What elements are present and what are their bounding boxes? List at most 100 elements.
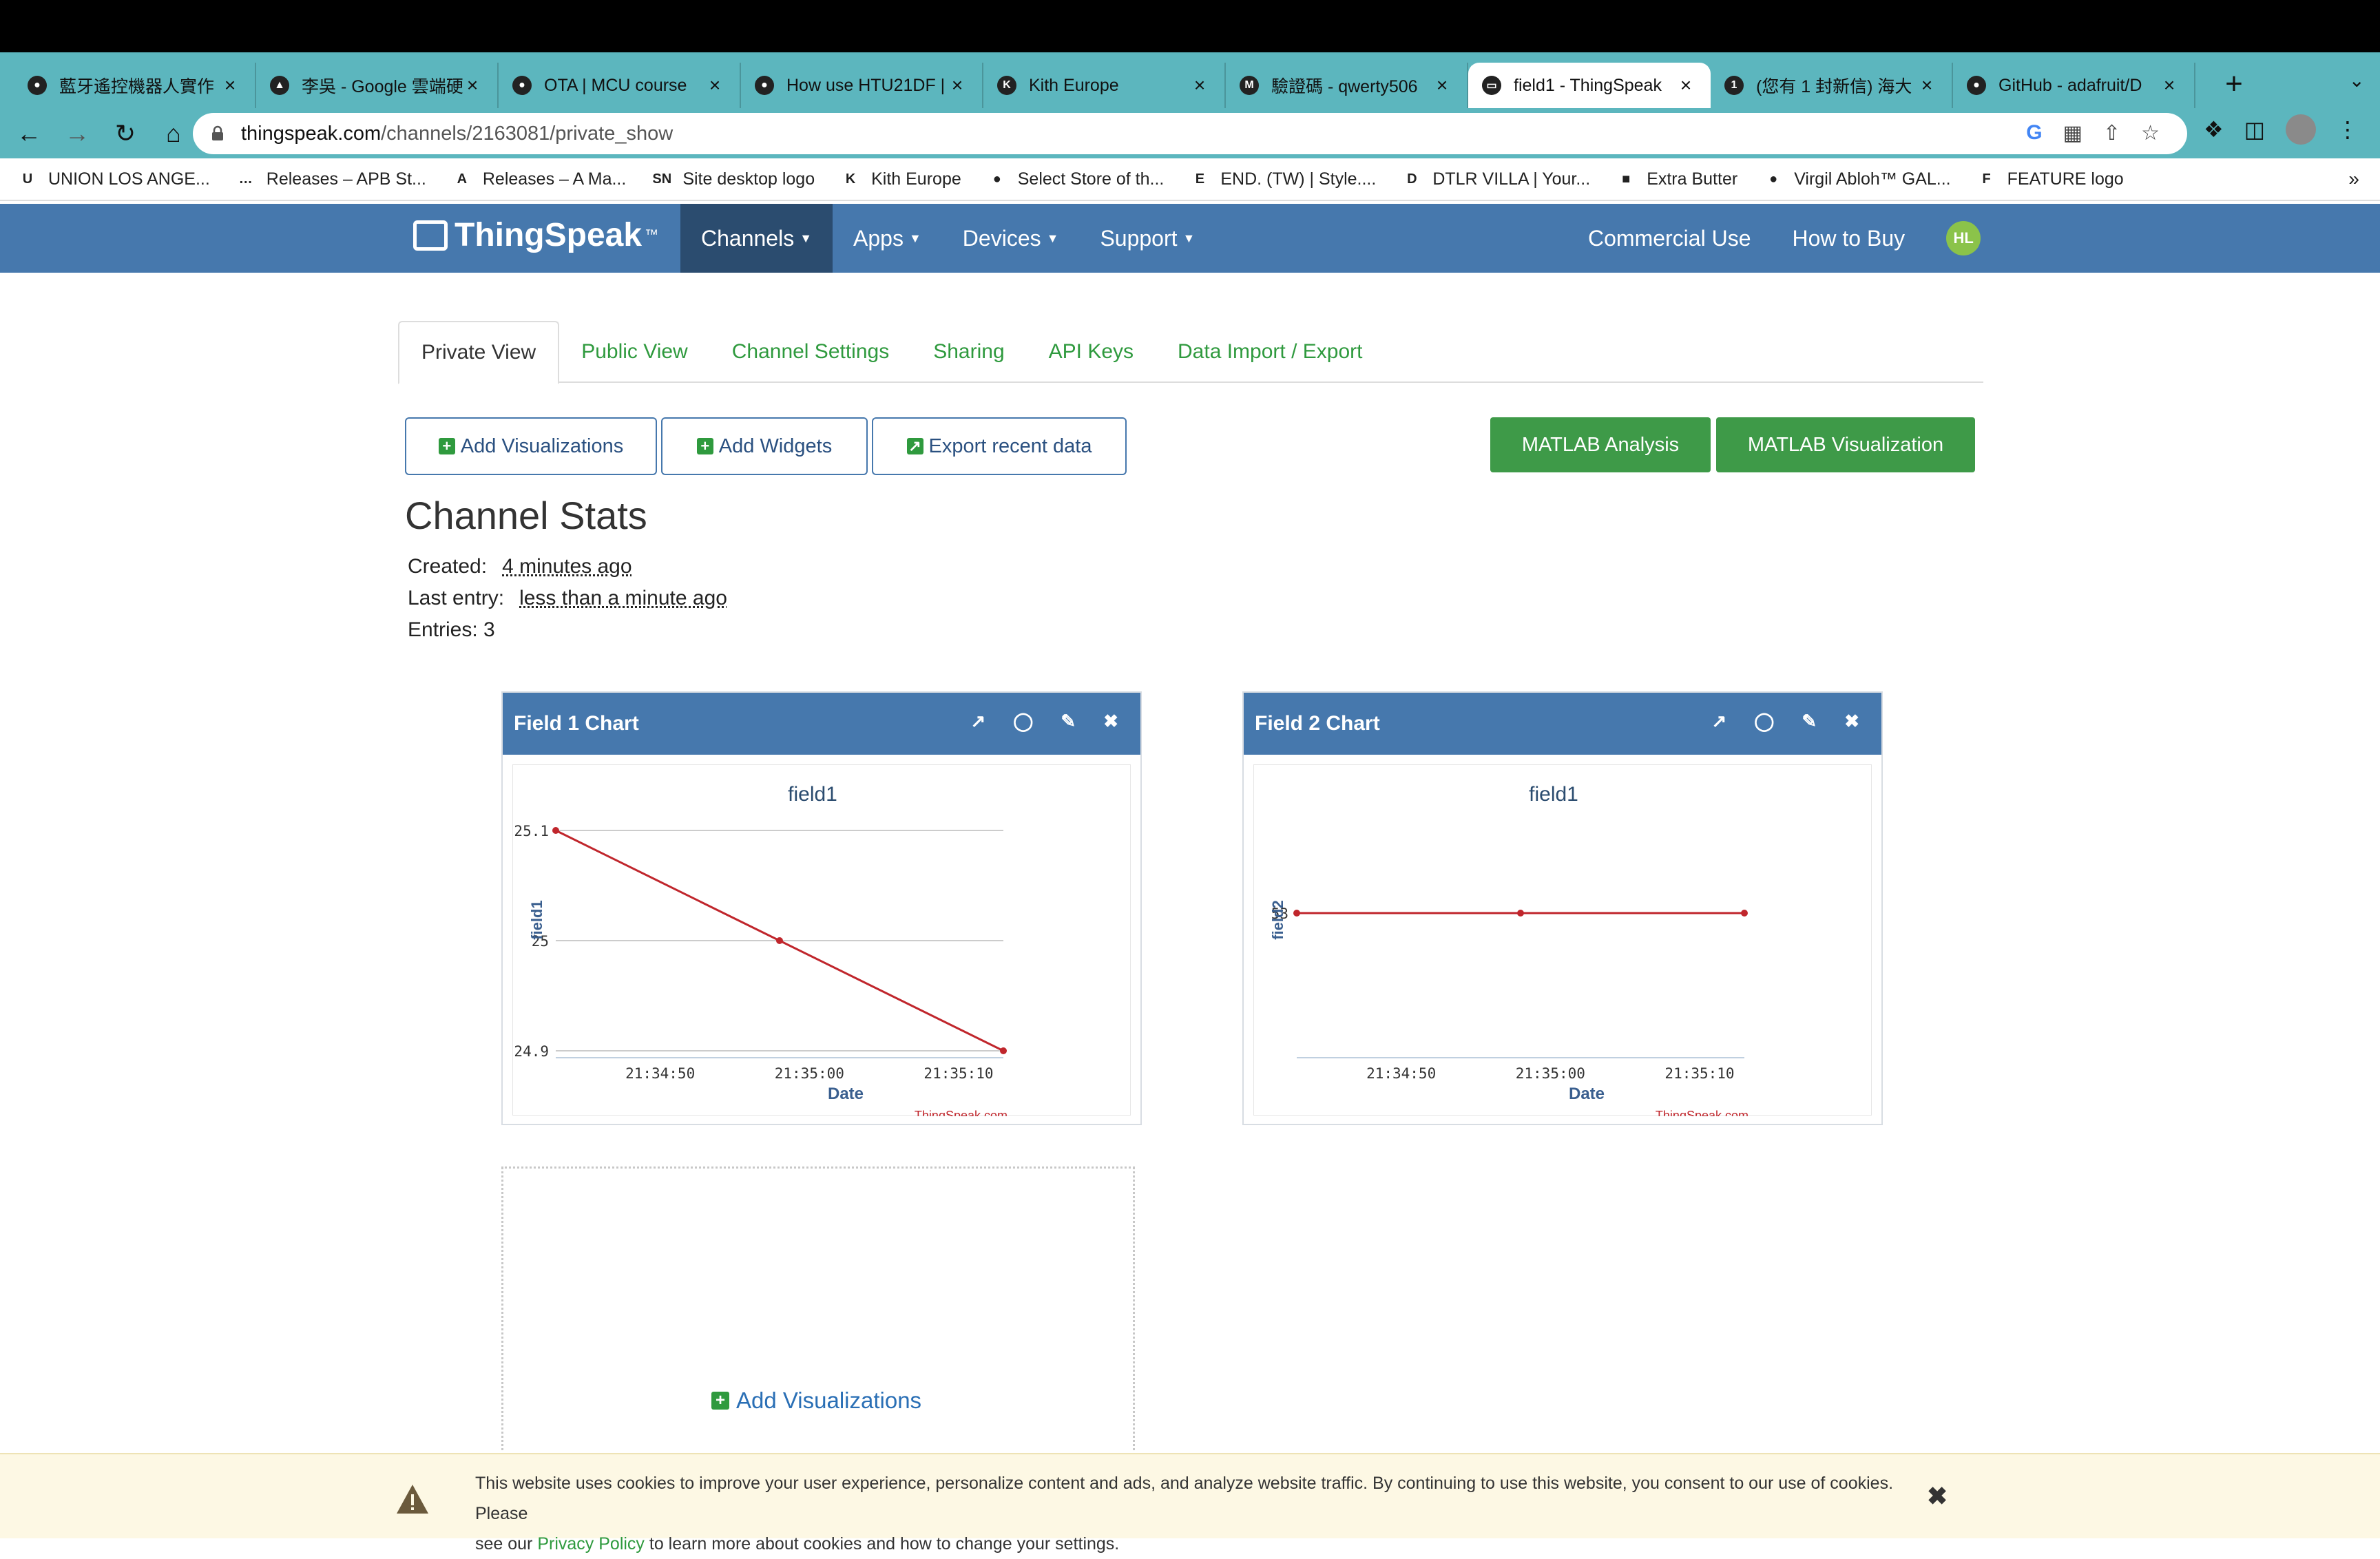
extensions-icon[interactable]: ❖ bbox=[2204, 116, 2224, 143]
bookmark-item[interactable]: … Releases – APB St... bbox=[235, 168, 426, 190]
add-visualizations-link[interactable]: + Add Visualizations bbox=[711, 1388, 921, 1414]
cookie-close-icon[interactable]: ✖ bbox=[1927, 1482, 1948, 1511]
bookmark-item[interactable]: D DTLR VILLA | Your... bbox=[1401, 168, 1590, 190]
matlab-analysis-button[interactable]: MATLAB Analysis bbox=[1490, 417, 1711, 472]
browser-tab[interactable]: K Kith Europe × bbox=[983, 63, 1226, 108]
tab-api-keys[interactable]: API Keys bbox=[1027, 321, 1156, 383]
add-widgets-button[interactable]: + Add Widgets bbox=[661, 417, 868, 475]
tab-close-icon[interactable]: × bbox=[1917, 74, 1937, 96]
bookmark-favicon-icon: SN bbox=[652, 171, 672, 187]
export-recent-data-button[interactable]: ↗ Export recent data bbox=[872, 417, 1127, 475]
tab-close-icon[interactable]: × bbox=[1676, 74, 1695, 96]
privacy-policy-link[interactable]: Privacy Policy bbox=[537, 1534, 645, 1553]
browser-tab[interactable]: ● GitHub - adafruit/D × bbox=[1953, 63, 2195, 108]
browser-tab[interactable]: ● 藍牙遙控機器人實作 | × bbox=[14, 63, 256, 108]
google-drive-icon: ▲ bbox=[270, 76, 289, 95]
user-avatar[interactable]: HL bbox=[1946, 221, 1981, 255]
cookie-message: This website uses cookies to improve you… bbox=[475, 1468, 1921, 1559]
home-icon[interactable]: ⌂ bbox=[154, 114, 193, 153]
close-icon[interactable]: ✖ bbox=[1103, 711, 1118, 732]
bookmark-item[interactable]: A Releases – A Ma... bbox=[451, 168, 627, 190]
add-visualization-placeholder: + Add Visualizations bbox=[501, 1166, 1135, 1456]
translate-icon[interactable]: ▦ bbox=[2063, 121, 2082, 145]
add-visualizations-button[interactable]: + Add Visualizations bbox=[405, 417, 657, 475]
nav-channels[interactable]: Channels ▼ bbox=[680, 204, 833, 273]
nav-support[interactable]: Support ▼ bbox=[1079, 204, 1215, 273]
edit-icon[interactable]: ✎ bbox=[1802, 711, 1817, 732]
google-icon[interactable]: G bbox=[2026, 121, 2042, 145]
bookmark-item[interactable]: U UNION LOS ANGE... bbox=[17, 168, 210, 190]
star-icon[interactable]: ☆ bbox=[2141, 121, 2160, 145]
tab-sharing[interactable]: Sharing bbox=[911, 321, 1026, 383]
comment-icon[interactable]: ◯ bbox=[1013, 711, 1033, 732]
tab-close-icon[interactable]: × bbox=[463, 74, 482, 96]
tab-public-view[interactable]: Public View bbox=[559, 321, 710, 383]
bookmark-item[interactable]: ● Select Store of th... bbox=[986, 168, 1165, 190]
tab-channel-settings[interactable]: Channel Settings bbox=[710, 321, 912, 383]
globe-icon: ● bbox=[512, 76, 532, 95]
open-external-icon[interactable]: ↗ bbox=[971, 711, 986, 732]
comment-icon[interactable]: ◯ bbox=[1754, 711, 1774, 732]
bookmark-favicon-icon: K bbox=[845, 171, 856, 187]
tab-data-import-export[interactable]: Data Import / Export bbox=[1156, 321, 1384, 383]
browser-tab[interactable]: ● OTA | MCU course × bbox=[499, 63, 741, 108]
window-top-bar bbox=[0, 0, 2380, 52]
tab-close-icon[interactable]: × bbox=[220, 74, 240, 96]
lock-icon bbox=[212, 125, 223, 140]
browser-tab[interactable]: M 驗證碼 - qwerty506 × bbox=[1226, 63, 1468, 108]
browser-tab[interactable]: ▭ field1 - ThingSpeak × bbox=[1468, 63, 1711, 108]
thingspeak-icon: ▭ bbox=[1482, 76, 1501, 95]
profile-avatar[interactable] bbox=[2285, 114, 2316, 145]
tab-close-icon[interactable]: × bbox=[1432, 74, 1452, 96]
bookmark-item[interactable]: SN Site desktop logo bbox=[651, 168, 815, 190]
address-bar[interactable]: thingspeak.com/channels/2163081/private_… bbox=[193, 113, 2187, 154]
bookmark-item[interactable]: ■ Extra Butter bbox=[1615, 168, 1737, 190]
bookmark-item[interactable]: F FEATURE logo bbox=[1976, 168, 2124, 190]
tab-title: 藍牙遙控機器人實作 | bbox=[59, 77, 220, 96]
data-point bbox=[1517, 910, 1524, 917]
tab-close-icon[interactable]: × bbox=[1190, 74, 1209, 96]
edit-icon[interactable]: ✎ bbox=[1061, 711, 1076, 732]
browser-tab[interactable]: ● How use HTU21DF | × bbox=[741, 63, 983, 108]
nav-devices[interactable]: Devices ▼ bbox=[942, 204, 1080, 273]
card-title: Field 1 Chart bbox=[514, 712, 639, 735]
new-tab-icon[interactable]: + bbox=[2213, 63, 2255, 105]
nav-how-to-buy[interactable]: How to Buy bbox=[1771, 204, 1925, 273]
bookmark-item[interactable]: ● Virgil Abloh™ GAL... bbox=[1762, 168, 1950, 190]
kith-icon: K bbox=[997, 76, 1016, 95]
field2-chart-body: field1 53 21:34:50 21:35:00 21:35:10 Date fiel… bbox=[1253, 764, 1872, 1122]
tab-close-icon[interactable]: × bbox=[2160, 74, 2179, 96]
thingspeak-logo[interactable]: ThingSpeak ™ bbox=[413, 216, 658, 254]
bookmark-favicon-icon: E bbox=[1195, 171, 1205, 187]
field1-chart-header: Field 1 Chart ↗ ◯ ✎ ✖ bbox=[503, 693, 1140, 755]
bookmark-item[interactable]: K Kith Europe bbox=[839, 168, 961, 190]
browser-menu-icon[interactable]: ⋮ bbox=[2337, 116, 2359, 143]
open-external-icon[interactable]: ↗ bbox=[1712, 711, 1727, 732]
share-icon[interactable]: ⇧ bbox=[2103, 121, 2120, 145]
tab-close-icon[interactable]: × bbox=[948, 74, 967, 96]
forward-icon[interactable]: → bbox=[58, 114, 96, 153]
bookmark-label: Extra Butter bbox=[1647, 169, 1738, 189]
export-icon: ↗ bbox=[906, 438, 923, 454]
back-icon[interactable]: ← bbox=[10, 114, 48, 153]
browser-tab[interactable]: ▲ 李吳 - Google 雲端硬 × bbox=[256, 63, 499, 108]
channel-stats: Created: 4 minutes ago Last entry: less th… bbox=[408, 551, 727, 646]
plus-icon: + bbox=[696, 438, 713, 454]
close-icon[interactable]: ✖ bbox=[1844, 711, 1859, 732]
reload-icon[interactable]: ↻ bbox=[106, 114, 145, 153]
chart-title: field1 bbox=[788, 783, 837, 806]
tab-search-icon[interactable]: ⌄ bbox=[2349, 69, 2365, 92]
side-panel-icon[interactable]: ◫ bbox=[2244, 116, 2265, 143]
bookmark-item[interactable]: E END. (TW) | Style.... bbox=[1189, 168, 1377, 190]
x-tick-label: 21:35:00 bbox=[775, 1065, 844, 1082]
nav-commercial-use[interactable]: Commercial Use bbox=[1567, 204, 1771, 273]
matlab-visualization-button[interactable]: MATLAB Visualization bbox=[1716, 417, 1975, 472]
bookmark-label: Kith Europe bbox=[871, 169, 961, 189]
nav-apps[interactable]: Apps ▼ bbox=[833, 204, 942, 273]
bookmarks-overflow-icon[interactable]: » bbox=[2348, 168, 2359, 190]
tab-close-icon[interactable]: × bbox=[705, 74, 724, 96]
created-label: Created: bbox=[408, 555, 488, 578]
tab-private-view[interactable]: Private View bbox=[398, 321, 560, 384]
chart-title: field1 bbox=[1529, 783, 1578, 806]
browser-tab[interactable]: 1 (您有 1 封新信) 海大 × bbox=[1711, 63, 1953, 108]
